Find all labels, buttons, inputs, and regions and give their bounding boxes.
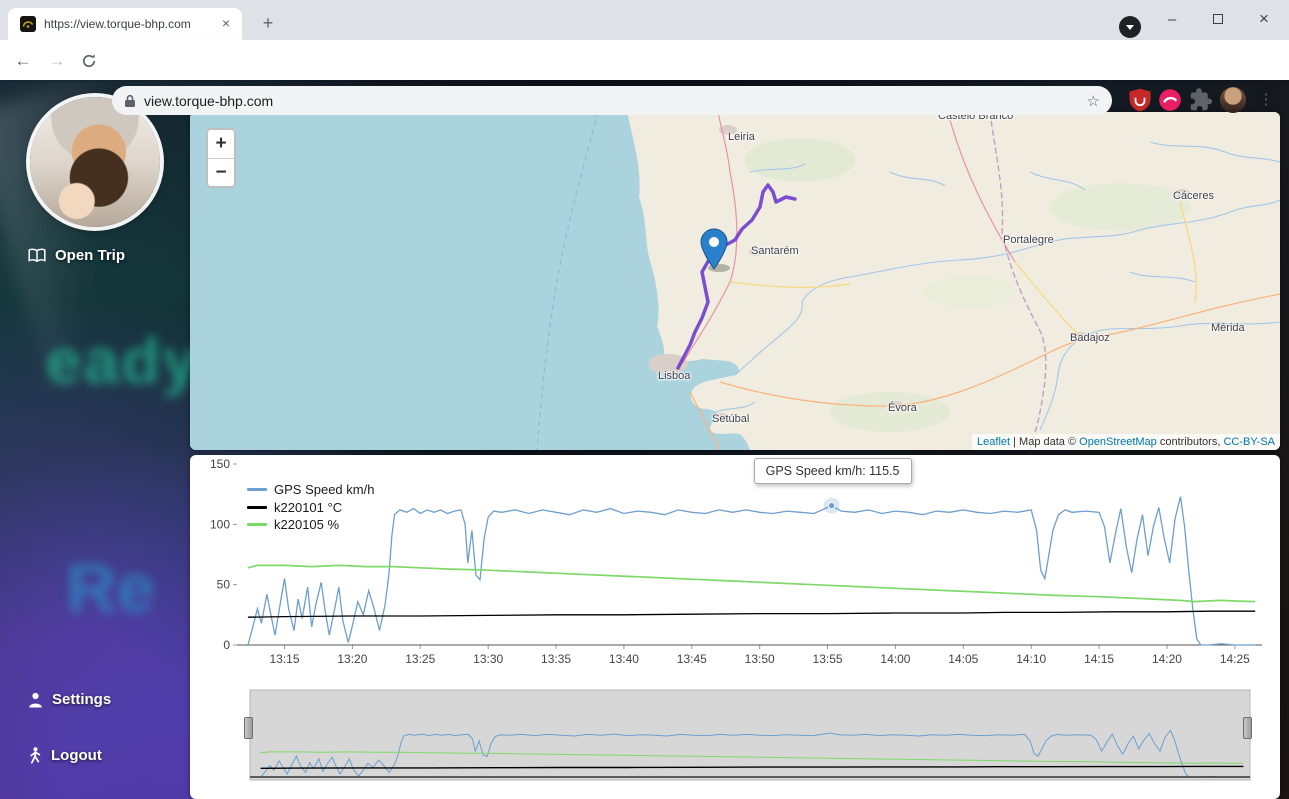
x-tick-label: 13:40 (609, 652, 639, 666)
series-line-1 (248, 611, 1255, 617)
sidebar-item-open-trip[interactable]: Open Trip (28, 247, 125, 264)
window-maximize-button[interactable] (1195, 0, 1241, 38)
x-tick-label: 14:15 (1084, 652, 1114, 666)
x-tick-label: 13:45 (677, 652, 707, 666)
sidebar-item-label: Logout (51, 747, 102, 764)
series-swatch-gps-speed (247, 488, 267, 491)
x-tick-label: 13:20 (337, 652, 367, 666)
ublock-extension-icon[interactable] (1128, 88, 1152, 112)
map-zoom-control: + − (206, 128, 236, 188)
map-canvas (190, 112, 1280, 450)
x-tick-label: 13:55 (813, 652, 843, 666)
browser-window: https://view.torque-bhp.com × + – × ← → … (0, 0, 1289, 799)
x-tick-label: 13:25 (405, 652, 435, 666)
range-selector-right-handle[interactable] (1243, 717, 1252, 739)
user-avatar[interactable] (30, 97, 160, 227)
openstreetmap-link[interactable]: OpenStreetMap (1079, 436, 1157, 448)
maximize-icon (1213, 14, 1223, 24)
profile-avatar-small[interactable] (1220, 87, 1246, 113)
browser-tab[interactable]: https://view.torque-bhp.com × (8, 8, 242, 40)
browser-menu-icon[interactable]: ⋮ (1258, 88, 1274, 112)
x-tick-label: 14:25 (1220, 652, 1250, 666)
x-tick-label: 13:30 (473, 652, 503, 666)
tab-search-button[interactable] (1119, 16, 1141, 38)
tab-close-icon[interactable]: × (218, 16, 234, 32)
legend-row: k220105 % (247, 516, 374, 534)
page-content: eady Re Open Trip Settings Logout (0, 80, 1289, 799)
x-tick-label: 14:20 (1152, 652, 1182, 666)
background-photo-text: Re (66, 548, 155, 628)
address-bar[interactable]: view.torque-bhp.com ☆ (112, 86, 1112, 115)
series-label: GPS Speed km/h (274, 482, 374, 497)
tab-title: https://view.torque-bhp.com (44, 17, 218, 31)
background-photo-text: eady (46, 324, 200, 398)
chevron-down-icon (1126, 25, 1134, 30)
zoom-out-button[interactable]: − (208, 158, 234, 186)
walking-person-icon (28, 747, 42, 764)
forward-button[interactable]: → (44, 48, 70, 74)
reload-button[interactable] (76, 48, 102, 74)
chart-legend: GPS Speed km/h k220101 °C k220105 % (247, 481, 374, 534)
x-tick-label: 14:05 (948, 652, 978, 666)
leaflet-link[interactable]: Leaflet (977, 436, 1010, 448)
y-tick-label: 50 (217, 578, 231, 592)
series-line-0 (248, 497, 1255, 645)
attribution-text: | (1010, 436, 1019, 448)
chart-panel: 13:15 13:20 13:25 13:30 13:35 13:40 13:45 13:50… (190, 455, 1280, 799)
sidebar-item-settings[interactable]: Settings (28, 691, 111, 708)
sidebar-item-label: Open Trip (55, 247, 125, 264)
zoom-in-button[interactable]: + (208, 130, 234, 158)
x-tick-label: 14:10 (1016, 652, 1046, 666)
y-tick-label: 0 (223, 638, 230, 652)
pink-extension-icon[interactable] (1158, 88, 1182, 112)
legend-row: GPS Speed km/h (247, 481, 374, 499)
lock-icon (124, 94, 136, 108)
sidebar-item-logout[interactable]: Logout (28, 747, 102, 764)
open-book-icon (28, 248, 46, 263)
window-minimize-button[interactable]: – (1149, 0, 1195, 38)
map-attribution: Leaflet | Map data © OpenStreetMap contr… (972, 434, 1280, 450)
license-link[interactable]: CC-BY-SA (1223, 436, 1275, 448)
leaflet-map[interactable]: LeiriaCastelo BrancoCáceresSantarémPorta… (190, 112, 1280, 450)
x-tick-label: 13:15 (270, 652, 300, 666)
y-tick-label: 150 (210, 457, 230, 471)
window-close-button[interactable]: × (1241, 0, 1287, 38)
series-label: k220101 °C (274, 500, 342, 515)
range-selector-left-handle[interactable] (244, 717, 253, 739)
series-label: k220105 % (274, 517, 339, 532)
browser-toolbar: ← → view.torque-bhp.com ☆ (0, 40, 1289, 80)
new-tab-button[interactable]: + (256, 12, 280, 36)
series-swatch-k220105 (247, 523, 267, 526)
back-button[interactable]: ← (10, 48, 36, 74)
attribution-text: contributors, (1157, 436, 1224, 448)
person-icon (28, 692, 43, 708)
bookmark-star-icon[interactable]: ☆ (1087, 92, 1100, 110)
torque-favicon-icon (20, 16, 36, 32)
y-tick-label: 100 (210, 517, 230, 531)
tooltip-point (828, 502, 834, 508)
chart-series-layer (248, 497, 1255, 645)
x-tick-label: 13:35 (541, 652, 571, 666)
series-line-2 (248, 565, 1255, 601)
extensions-puzzle-icon[interactable] (1189, 88, 1213, 112)
legend-row: k220101 °C (247, 499, 374, 517)
sidebar-item-label: Settings (52, 691, 111, 708)
tab-strip: https://view.torque-bhp.com × + – × (0, 0, 1289, 40)
attribution-text: Map data © (1019, 436, 1079, 448)
x-tick-label: 13:50 (745, 652, 775, 666)
chart-tooltip: GPS Speed km/h: 115.5 (754, 458, 912, 484)
url-text[interactable]: view.torque-bhp.com (144, 93, 1087, 109)
x-tick-label: 14:00 (880, 652, 910, 666)
series-swatch-k220101 (247, 506, 267, 509)
reload-icon (81, 53, 97, 69)
